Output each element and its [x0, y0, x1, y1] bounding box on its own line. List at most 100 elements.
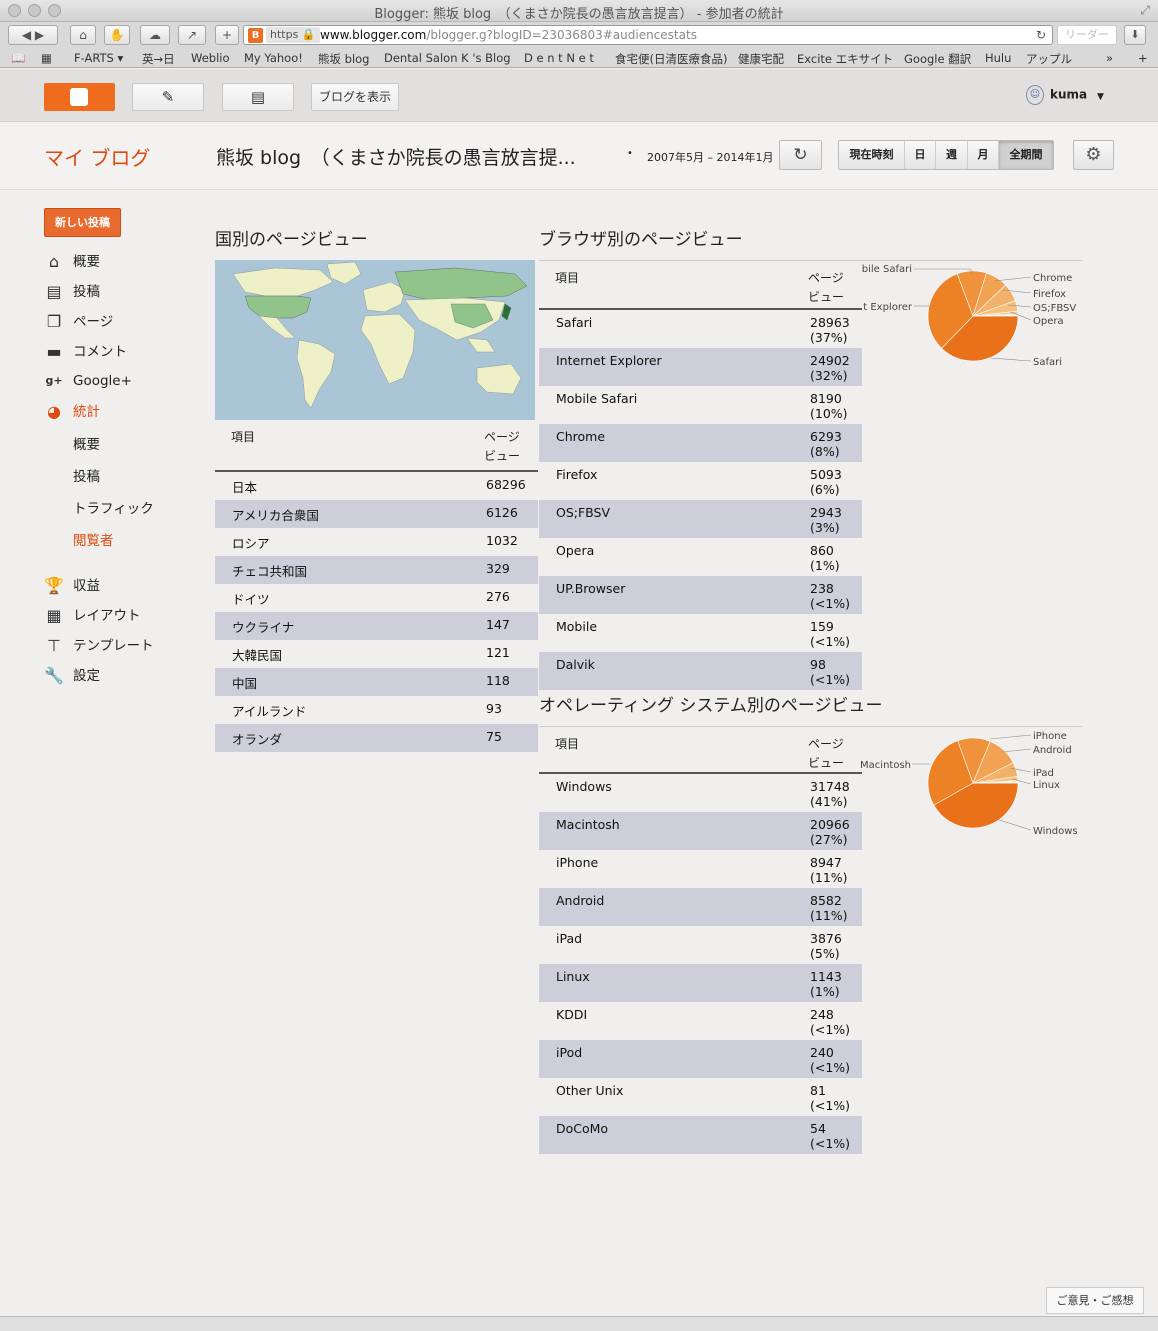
row-views: 240 (<1%) [810, 1045, 850, 1075]
bookmark-item[interactable]: D e n t N e t [524, 51, 594, 65]
bookmarks-bar: 📖 ▦ F-ARTS ▾ 英→日 Weblio My Yahoo! 熊坂 blo… [0, 48, 1158, 68]
history-icon[interactable]: ✋ [104, 25, 130, 45]
row-percent: (11%) [810, 908, 848, 923]
sidebar-item-earnings[interactable]: 🏆 収益 [44, 574, 100, 596]
range-now-button[interactable]: 現在時刻 [839, 141, 905, 169]
bookmark-item[interactable]: Excite エキサイト [797, 51, 893, 67]
bookmark-item[interactable]: 健康宅配 [738, 51, 784, 67]
row-name: Safari [556, 315, 593, 330]
address-bar[interactable]: B https 🔒 www.blogger.com/blogger.g?blog… [243, 25, 1053, 45]
sidebar-subitem-audience[interactable]: 閲覧者 [73, 529, 114, 549]
row-count: 20966 [810, 817, 850, 832]
row-views: 1143 (1%) [810, 969, 842, 999]
top-sites-icon[interactable]: ⌂ [70, 25, 96, 45]
sidebar-item-label: レイアウト [73, 608, 141, 624]
reader-button[interactable]: リーダー [1057, 25, 1117, 45]
sidebar-item-template[interactable]: ⊤ テンプレート [44, 634, 154, 656]
bookmark-item[interactable]: My Yahoo! [244, 51, 303, 65]
row-name: チェコ共和国 [232, 564, 308, 579]
row-percent: (10%) [810, 406, 848, 421]
range-month-button[interactable]: 月 [968, 141, 999, 169]
row-percent: (32%) [810, 368, 848, 383]
new-tab-button[interactable]: + [215, 25, 239, 45]
bookmark-item[interactable]: Hulu [985, 51, 1011, 65]
range-day-button[interactable]: 日 [905, 141, 936, 169]
sidebar-item-posts[interactable]: ▤ 投稿 [44, 280, 100, 302]
row-percent: (<1%) [810, 1136, 851, 1151]
row-percent: (<1%) [810, 672, 851, 687]
back-forward-buttons[interactable]: ◀ ▶ [8, 25, 58, 45]
user-menu[interactable]: ☺ kuma ▼ [1026, 85, 1104, 105]
pie-label: Safari [1033, 357, 1062, 368]
pencil-icon: ✎ [161, 88, 175, 106]
country-table-header: 項目 ページ ビュー [215, 420, 538, 472]
view-blog-button[interactable]: ブログを表示 [311, 83, 399, 111]
row-name: Firefox [556, 467, 598, 482]
range-all-button[interactable]: 全期間 [999, 141, 1053, 169]
bookmark-item[interactable]: 熊坂 blog [318, 51, 370, 67]
edit-post-button[interactable]: ✎ [132, 83, 204, 111]
browser-table-header: 項目 ページ ビュー [539, 260, 862, 310]
sidebar-item-pages[interactable]: ❐ ページ [44, 310, 113, 332]
top-sites-grid-icon[interactable]: ▦ [41, 51, 52, 65]
bookmark-item[interactable]: F-ARTS ▾ [74, 51, 123, 65]
table-row: 大韓民国 121 [215, 640, 538, 668]
bookmark-item[interactable]: Google 翻訳 [904, 51, 971, 67]
posts-icon: ▤ [46, 282, 62, 301]
bookmark-item[interactable]: Weblio [191, 51, 230, 65]
feedback-button[interactable]: ご意見・ご感想 [1046, 1287, 1144, 1314]
row-views: 238 (<1%) [810, 581, 850, 611]
fullscreen-icon[interactable]: ⤢ [1140, 3, 1150, 18]
table-row: 日本 68296 [215, 472, 538, 500]
sidebar-item-comments[interactable]: ▬ コメント [44, 340, 127, 362]
row-views: 329 [486, 561, 510, 576]
refresh-button[interactable]: ↻ [779, 140, 822, 170]
sidebar-subitem-posts[interactable]: 投稿 [73, 465, 100, 485]
sidebar-item-settings[interactable]: 🔧 設定 [44, 664, 100, 686]
blogger-logo-button[interactable] [44, 83, 115, 111]
my-blog-link[interactable]: マイ ブログ [44, 142, 150, 171]
sidebar-item-layout[interactable]: ▦ レイアウト [44, 604, 141, 626]
new-post-button[interactable]: 新しい投稿 [44, 208, 121, 237]
col-item-header: 項目 [231, 430, 256, 444]
row-views: 8582 (11%) [810, 893, 848, 923]
row-name: Dalvik [556, 657, 595, 672]
add-bookmark-icon[interactable]: + [1138, 51, 1148, 65]
blogger-b-icon [70, 88, 88, 106]
range-week-button[interactable]: 週 [936, 141, 968, 169]
settings-button[interactable]: ⚙ [1073, 140, 1114, 170]
share-icon[interactable]: ↗ [178, 25, 206, 45]
sidebar-subitem-overview[interactable]: 概要 [73, 433, 100, 453]
bookmark-item[interactable]: Dental Salon K 's Blog [384, 51, 511, 65]
row-percent: (1%) [810, 558, 840, 573]
row-views: 8947 (11%) [810, 855, 848, 885]
reading-list-icon[interactable]: 📖 [11, 51, 25, 65]
reload-icon[interactable]: ↻ [1036, 26, 1046, 44]
row-name: Chrome [556, 429, 606, 444]
sidebar-subitem-traffic[interactable]: トラフィック [73, 497, 154, 517]
row-views: 28963 (37%) [810, 315, 850, 345]
table-row: アイルランド 93 [215, 696, 538, 724]
table-row: Linux 1143 (1%) [539, 964, 862, 1002]
pie-label: iPad [1033, 768, 1054, 779]
more-bookmarks-icon[interactable]: » [1106, 51, 1113, 65]
posts-list-button[interactable]: ▤ [222, 83, 294, 111]
row-count: 248 [810, 1007, 834, 1022]
table-row: Android 8582 (11%) [539, 888, 862, 926]
col-views-line2: ビュー [808, 290, 845, 304]
bookmark-item[interactable]: 食宅便(日清医療食品) [615, 51, 727, 67]
bookmark-item[interactable]: アップル [1026, 51, 1072, 67]
sidebar-item-stats[interactable]: ◕ 統計 [44, 400, 100, 422]
bookmark-item[interactable]: 英→日 [142, 51, 175, 67]
row-name: ウクライナ [232, 620, 295, 635]
sidebar-item-label: Google+ [73, 373, 132, 389]
sidebar-item-googleplus[interactable]: g+ Google+ [44, 371, 132, 393]
blog-title[interactable]: 熊坂 blog （くまさか院長の愚言放言提... [216, 143, 576, 170]
row-percent: (11%) [810, 870, 848, 885]
table-row: ドイツ 276 [215, 584, 538, 612]
icloud-icon[interactable]: ☁ [140, 25, 170, 45]
sidebar-item-overview[interactable]: ⌂ 概要 [44, 250, 100, 272]
browser-pie-chart: bile Safari t Explorer Chrome Firefox OS… [862, 264, 1077, 368]
downloads-icon[interactable]: ⬇ [1124, 25, 1146, 45]
row-name: アメリカ合衆国 [232, 508, 319, 523]
